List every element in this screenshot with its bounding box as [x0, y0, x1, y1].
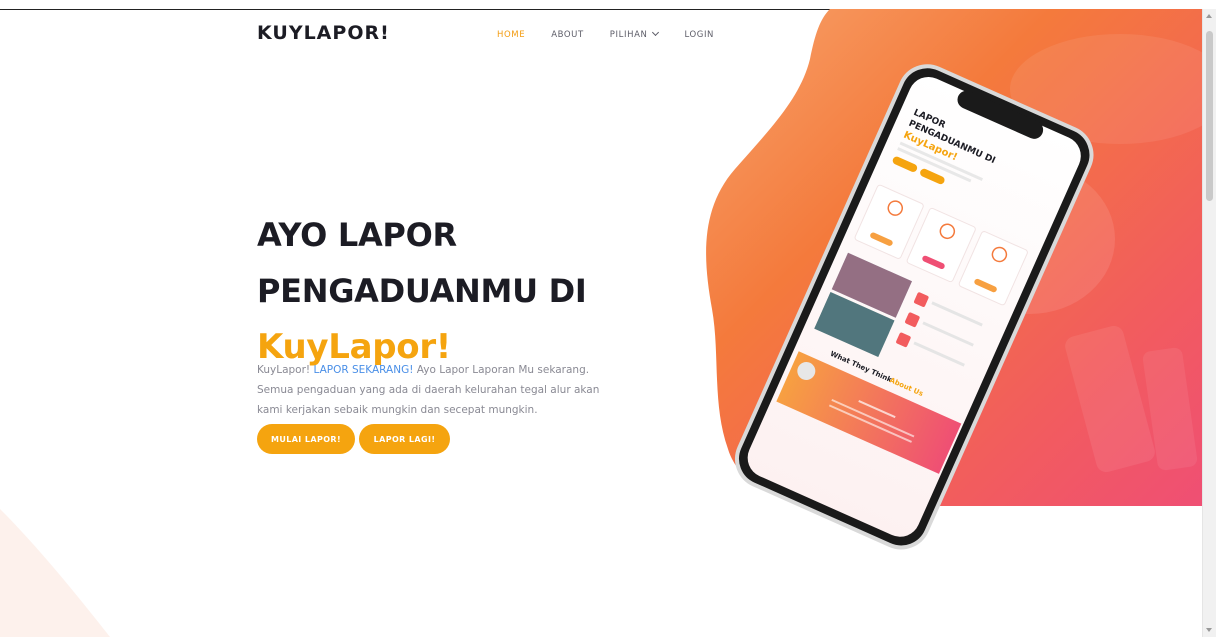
nav-pilihan[interactable]: PILIHAN	[609, 28, 660, 40]
scroll-up-icon[interactable]	[1206, 14, 1212, 18]
desc-link[interactable]: LAPOR SEKARANG!	[313, 364, 413, 376]
main-nav: HOME ABOUT PILIHAN LOGIN	[497, 28, 740, 40]
mulai-lapor-button[interactable]: MULAI LAPOR!	[257, 424, 355, 454]
hero-description: KuyLapor! LAPOR SEKARANG! Ayo Lapor Lapo…	[257, 360, 602, 420]
nav-home[interactable]: HOME	[497, 30, 525, 40]
scroll-down-icon[interactable]	[1206, 628, 1212, 632]
scrollbar-thumb[interactable]	[1206, 31, 1213, 201]
nav-login[interactable]: LOGIN	[684, 30, 714, 40]
page-scrollbar[interactable]	[1202, 9, 1216, 637]
hero-headline: AYO LAPOR PENGADUANMU DI KuyLapor!	[257, 207, 587, 375]
headline-line-1: AYO LAPOR	[257, 216, 457, 255]
desc-brand: KuyLapor!	[257, 363, 311, 376]
lapor-lagi-button[interactable]: LAPOR LAGI!	[359, 424, 450, 454]
nav-about[interactable]: ABOUT	[551, 30, 584, 40]
headline-line-2: PENGADUANMU DI	[257, 272, 587, 311]
corner-decoration	[0, 509, 110, 637]
chevron-down-icon	[652, 28, 660, 37]
hero-illustration: LAPOR PENGADUANMU DI KuyLapor! What They…	[0, 9, 1203, 637]
site-logo[interactable]: KUYLAPOR!	[257, 22, 390, 44]
nav-pilihan-label: PILIHAN	[609, 30, 648, 40]
